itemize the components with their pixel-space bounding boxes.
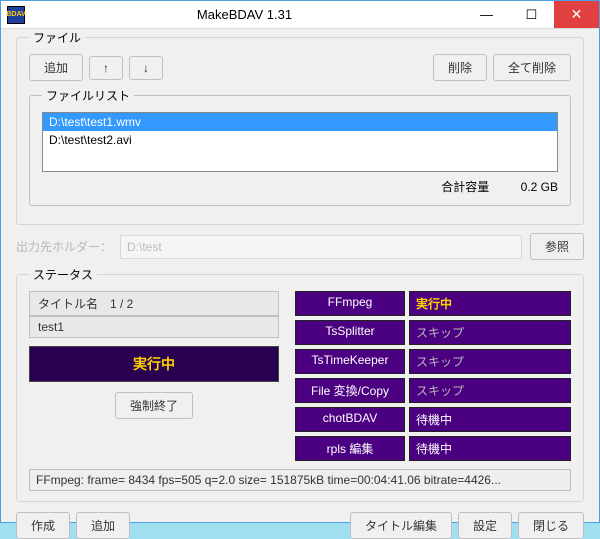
output-label: 出力先ホルダー： (16, 238, 112, 255)
progress-status: 実行中 (29, 346, 279, 382)
file-legend: ファイル (29, 29, 85, 46)
stage-row: rpls 編集待機中 (295, 436, 571, 461)
stage-name: FFmpeg (295, 291, 405, 316)
status-left: タイトル名 1 / 2 test1 実行中 強制終了 (29, 291, 279, 461)
stage-status: 待機中 (409, 436, 571, 461)
stage-row: TsTimeKeeperスキップ (295, 349, 571, 374)
current-title-name: test1 (30, 316, 278, 337)
total-size-value: 0.2 GB (521, 180, 558, 194)
create-button[interactable]: 作成 (16, 512, 70, 539)
stage-row: FFmpeg実行中 (295, 291, 571, 316)
title-edit-button[interactable]: タイトル編集 (350, 512, 452, 539)
file-list-legend: ファイルリスト (42, 87, 134, 104)
close-button[interactable]: 閉じる (518, 512, 584, 539)
app-icon: BDAV (7, 6, 25, 24)
bottom-buttons: 作成 追加 タイトル編集 設定 閉じる (16, 512, 584, 539)
stage-status: スキップ (409, 320, 571, 345)
minimize-button[interactable]: — (464, 1, 509, 28)
file-list[interactable]: D:\test\test1.wmvD:\test\test2.avi (42, 112, 558, 172)
stage-status: スキップ (409, 349, 571, 374)
total-size-label: 合計容量 (441, 180, 489, 194)
app-window: BDAV MakeBDAV 1.31 — ☐ ✕ ファイル 追加 ↑ ↓ 削除 … (0, 0, 600, 523)
stage-status: 実行中 (409, 291, 571, 316)
output-folder-input[interactable]: D:\test (120, 235, 522, 259)
stage-name: TsSplitter (295, 320, 405, 345)
stage-row: chotBDAV待機中 (295, 407, 571, 432)
abort-button[interactable]: 強制終了 (115, 392, 193, 419)
close-window-button[interactable]: ✕ (554, 1, 599, 28)
log-line: FFmpeg: frame= 8434 fps=505 q=2.0 size= … (29, 469, 571, 491)
move-down-button[interactable]: ↓ (129, 56, 163, 80)
stage-name: File 変換/Copy (295, 378, 405, 403)
status-legend: ステータス (29, 266, 97, 283)
move-up-button[interactable]: ↑ (89, 56, 123, 80)
maximize-button[interactable]: ☐ (509, 1, 554, 28)
stage-name: chotBDAV (295, 407, 405, 432)
stage-status: スキップ (409, 378, 571, 403)
title-box: タイトル名 1 / 2 test1 (29, 291, 279, 338)
add-bottom-button[interactable]: 追加 (76, 512, 130, 539)
browse-button[interactable]: 参照 (530, 233, 584, 260)
total-size: 合計容量 0.2 GB (42, 178, 558, 195)
title-counter: タイトル名 1 / 2 (30, 292, 278, 316)
file-list-row[interactable]: D:\test\test1.wmv (43, 113, 557, 131)
stage-status: 待機中 (409, 407, 571, 432)
delete-all-button[interactable]: 全て削除 (493, 54, 571, 81)
delete-button[interactable]: 削除 (433, 54, 487, 81)
settings-button[interactable]: 設定 (458, 512, 512, 539)
window-title: MakeBDAV 1.31 (25, 7, 464, 22)
add-file-button[interactable]: 追加 (29, 54, 83, 81)
output-row: 出力先ホルダー： D:\test 参照 (16, 233, 584, 260)
status-group: ステータス タイトル名 1 / 2 test1 実行中 強制終了 FFmpeg実… (16, 266, 584, 502)
stage-row: TsSplitterスキップ (295, 320, 571, 345)
file-group: ファイル 追加 ↑ ↓ 削除 全て削除 ファイルリスト D:\test\test… (16, 29, 584, 225)
file-list-frame: ファイルリスト D:\test\test1.wmvD:\test\test2.a… (29, 87, 571, 206)
stage-row: File 変換/Copyスキップ (295, 378, 571, 403)
stage-list: FFmpeg実行中TsSplitterスキップTsTimeKeeperスキップF… (295, 291, 571, 461)
window-buttons: — ☐ ✕ (464, 1, 599, 28)
stage-name: TsTimeKeeper (295, 349, 405, 374)
file-list-row[interactable]: D:\test\test2.avi (43, 131, 557, 149)
stage-name: rpls 編集 (295, 436, 405, 461)
titlebar: BDAV MakeBDAV 1.31 — ☐ ✕ (1, 1, 599, 29)
